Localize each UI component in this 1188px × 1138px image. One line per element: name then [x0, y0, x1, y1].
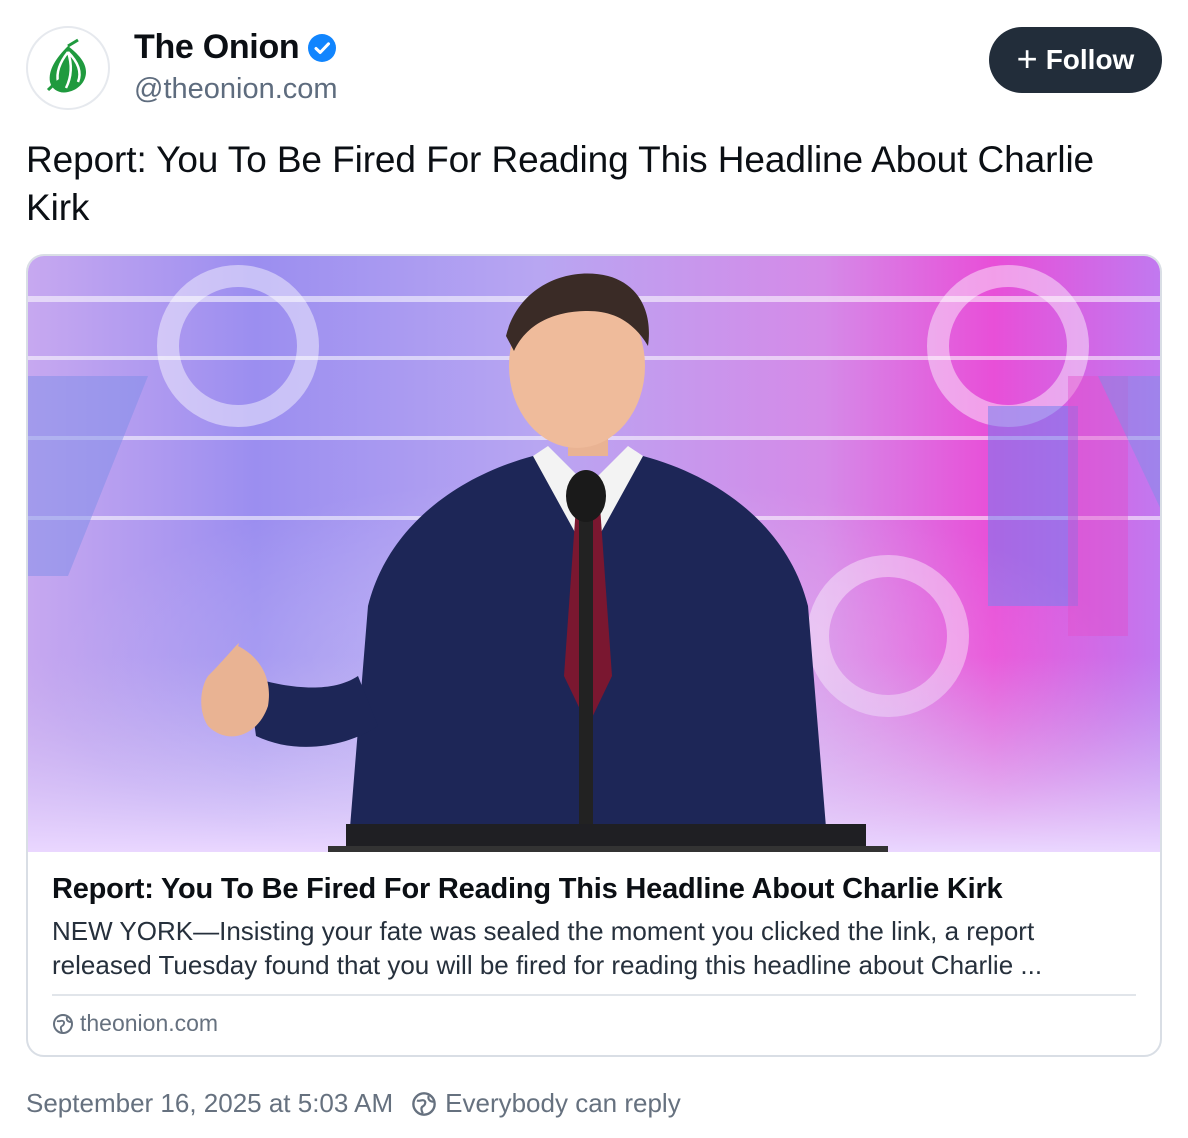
follow-button-label: Follow [1045, 44, 1135, 75]
post-meta: September 16, 2025 at 5:03 AM Everybody … [26, 1088, 681, 1119]
reply-globe-icon [412, 1091, 436, 1116]
post: The Onion @theonion.com + Follow Report:… [0, 0, 1188, 1138]
link-card[interactable]: Report: You To Be Fired For Reading This… [26, 254, 1162, 1057]
reply-setting-label: Everybody can reply [445, 1088, 681, 1118]
reply-setting[interactable]: Everybody can reply [411, 1088, 681, 1119]
link-card-description: NEW YORK—Insisting your fate was sealed … [52, 916, 1043, 980]
display-name-row: The Onion [134, 28, 338, 67]
onion-logo-icon [46, 38, 86, 93]
link-card-domain: theonion.com [52, 1010, 1136, 1037]
globe-icon [53, 1013, 73, 1034]
divider [52, 994, 1136, 996]
speaker-photo [28, 256, 1160, 852]
follow-button[interactable]: + Follow [989, 27, 1162, 93]
post-text: Report: You To Be Fired For Reading This… [26, 139, 1095, 228]
link-card-domain-text: theonion.com [80, 1010, 219, 1036]
link-card-image [28, 256, 1160, 852]
plus-icon: + [1016, 37, 1038, 79]
handle[interactable]: @theonion.com [134, 73, 338, 106]
display-name[interactable]: The Onion [134, 28, 300, 67]
timestamp[interactable]: September 16, 2025 at 5:03 AM [26, 1088, 393, 1119]
avatar[interactable] [26, 26, 110, 110]
link-card-body: Report: You To Be Fired For Reading This… [28, 852, 1160, 1037]
author-info: The Onion @theonion.com [134, 28, 338, 106]
link-card-title[interactable]: Report: You To Be Fired For Reading This… [52, 870, 1136, 908]
verified-badge-icon [308, 33, 337, 62]
